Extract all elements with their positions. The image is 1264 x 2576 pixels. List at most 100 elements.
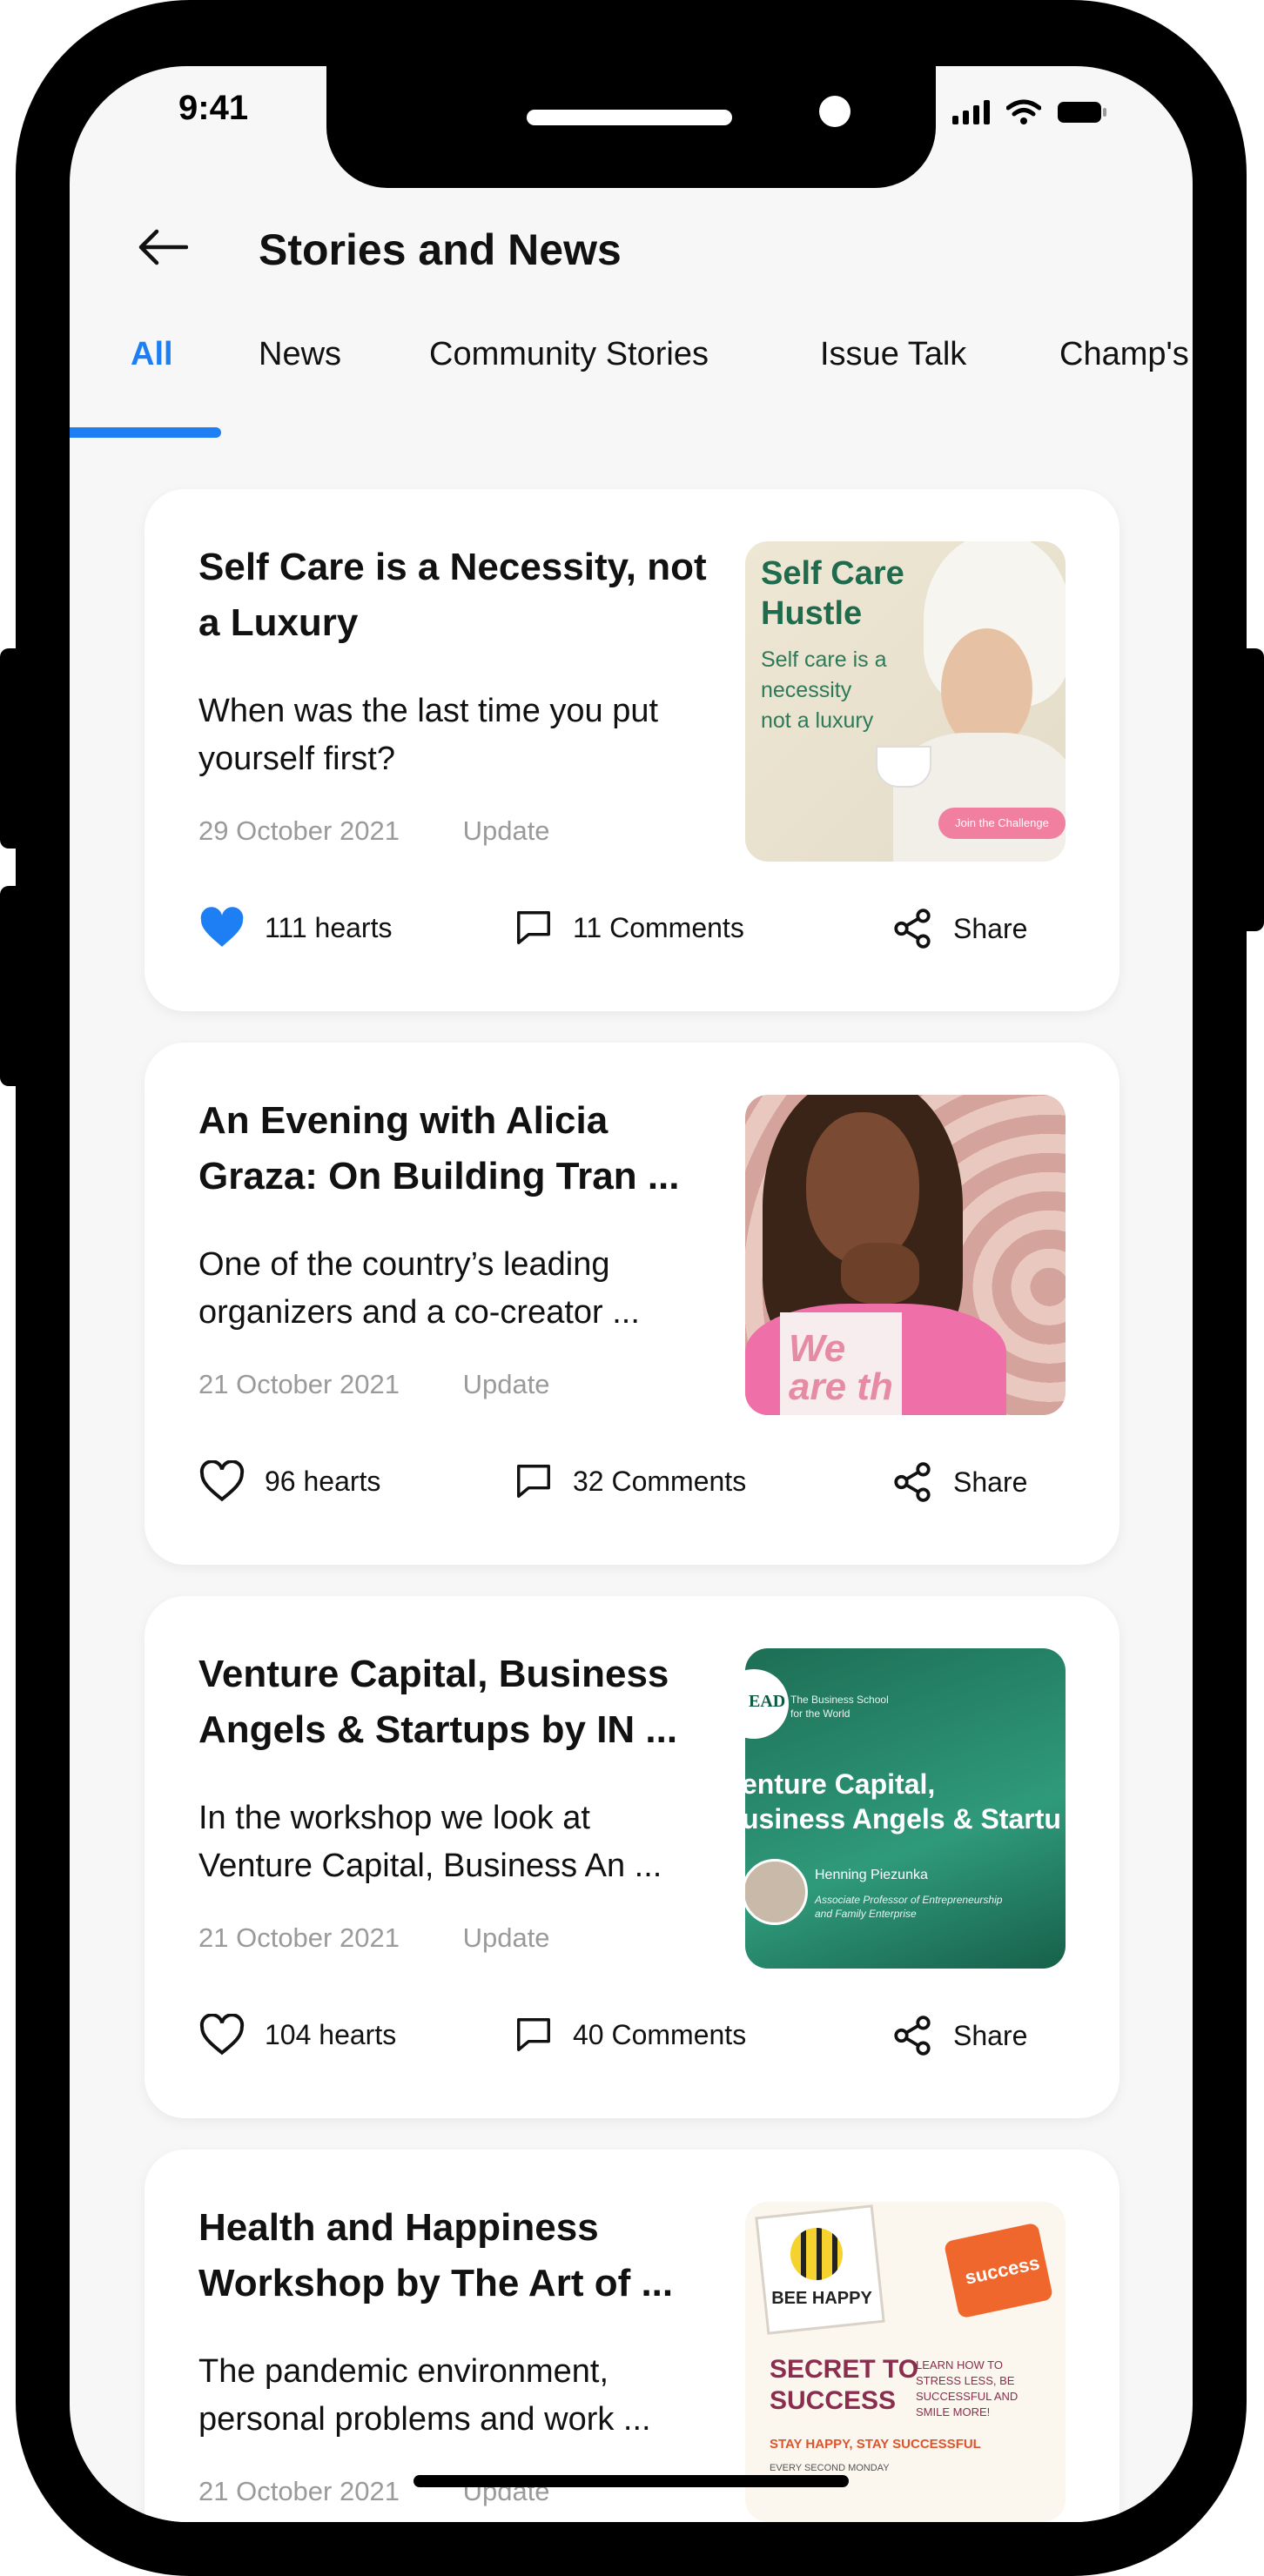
share-icon: [894, 909, 931, 949]
thumb-line: LEARN HOW TO: [916, 2358, 1003, 2371]
share-icon: [894, 2016, 931, 2056]
side-button-left-top: [0, 648, 26, 849]
thumb-line: Self care is a: [761, 647, 887, 672]
story-tag: Update: [462, 815, 550, 846]
share-label: Share: [953, 912, 1028, 944]
face-figure: [941, 628, 1032, 750]
tab-issue-talk[interactable]: Issue Talk: [820, 336, 966, 373]
tab-community-stories[interactable]: Community Stories: [429, 336, 709, 373]
story-date: 21 October 2021: [198, 2476, 400, 2506]
thumb-heading: enture Capital,: [745, 1768, 936, 1800]
back-arrow-icon[interactable]: [138, 228, 188, 266]
story-thumbnail[interactable]: BEE HAPPY success SECRET TO SUCCESS LEAR…: [745, 2202, 1066, 2522]
story-card[interactable]: Venture Capital, Business Angels & Start…: [145, 1596, 1119, 2118]
side-button-left-bottom: [0, 886, 26, 1086]
signal-icon: [952, 100, 990, 124]
comments-count: 40 Comments: [573, 2018, 747, 2050]
hearts-count: 104 hearts: [265, 2018, 397, 2050]
story-excerpt: The pandemic environment, personal probl…: [198, 2353, 651, 2438]
story-title[interactable]: An Evening with Alicia Graza: On Buildin…: [198, 1093, 721, 1204]
thumb-line: SUCCESSFUL AND: [916, 2390, 1019, 2403]
page-title: Stories and News: [259, 225, 622, 274]
story-date: 29 October 2021: [198, 815, 400, 846]
share-label: Share: [953, 2019, 1028, 2051]
cup-figure: [876, 746, 931, 788]
speaker-name: Henning Piezunka: [815, 1868, 928, 1882]
bee-figure: [790, 2228, 843, 2280]
story-thumbnail[interactable]: We are th: [745, 1095, 1066, 1415]
thumb-line: not a luxury: [761, 708, 874, 733]
hearts-button[interactable]: 104 hearts: [198, 2014, 396, 2056]
hand-figure: [841, 1243, 919, 1304]
story-card[interactable]: An Evening with Alicia Graza: On Buildin…: [145, 1043, 1119, 1565]
story-title[interactable]: Self Care is a Necessity, not a Luxury: [198, 540, 721, 651]
comment-icon: [517, 911, 550, 944]
comment-icon: [517, 2018, 550, 2051]
tab-bar: All News Community Stories Issue Talk Ch…: [70, 336, 1193, 440]
comments-button[interactable]: 32 Comments: [514, 1460, 746, 1502]
hearts-button[interactable]: 96 hearts: [198, 1460, 380, 1502]
comments-button[interactable]: 40 Comments: [514, 2014, 746, 2056]
story-thumbnail[interactable]: EAD The Business School for the World en…: [745, 1648, 1066, 1969]
story-actions: 104 hearts 40 Comments Share: [198, 2014, 1069, 2066]
story-tag: Update: [462, 1369, 550, 1399]
share-icon: [894, 1462, 931, 1502]
thumb-tagline: STAY HAPPY, STAY SUCCESSFUL: [770, 2437, 981, 2452]
status-time: 9:41: [178, 89, 249, 127]
story-actions: 96 hearts 32 Comments Share: [198, 1460, 1069, 1513]
tagline-line: for the World: [790, 1707, 851, 1720]
tab-champs[interactable]: Champ's: [1059, 336, 1189, 373]
speaker-role: and Family Enterprise: [815, 1908, 917, 1920]
story-thumbnail[interactable]: Self Care Hustle Self care is a necessit…: [745, 541, 1066, 862]
thumb-line: necessity: [761, 678, 852, 702]
battery-icon: [1058, 102, 1106, 123]
story-card[interactable]: Self Care is a Necessity, not a Luxury W…: [145, 489, 1119, 1011]
tagline-line: The Business School: [790, 1694, 889, 1706]
story-title[interactable]: Venture Capital, Business Angels & Start…: [198, 1647, 721, 1758]
story-title[interactable]: Health and Happiness Workshop by The Art…: [198, 2200, 721, 2311]
screen: 9:41 Stories and News All News Community…: [70, 66, 1193, 2522]
story-card[interactable]: Health and Happiness Workshop by The Art…: [145, 2150, 1119, 2522]
active-tab-indicator: [70, 427, 221, 438]
comments-count: 32 Comments: [573, 1465, 747, 1497]
thumb-line: SMILE MORE!: [916, 2405, 991, 2418]
thumb-line: STRESS LESS, BE: [916, 2374, 1015, 2387]
story-excerpt: When was the last time you put yourself …: [198, 693, 659, 777]
shirt-text: We are th: [789, 1327, 893, 1408]
tab-all[interactable]: All: [131, 336, 173, 373]
comments-button[interactable]: 11 Comments: [514, 907, 744, 949]
share-button[interactable]: Share: [891, 907, 1027, 950]
tab-news[interactable]: News: [259, 336, 341, 373]
wifi-icon: [1006, 99, 1041, 124]
comment-icon: [517, 1465, 550, 1498]
share-label: Share: [953, 1466, 1028, 1498]
thumb-schedule: EVERY SECOND MONDAY: [770, 2463, 890, 2473]
speaker-role: Associate Professor of Entrepreneurship: [815, 1894, 1003, 1906]
comments-count: 11 Comments: [573, 911, 744, 943]
heart-outline-icon: [199, 1460, 245, 1502]
story-actions: 111 hearts 11 Comments Share: [198, 907, 1069, 959]
story-tag: Update: [462, 1922, 550, 1953]
logo-text: EAD: [749, 1692, 786, 1711]
home-indicator[interactable]: [413, 2475, 849, 2487]
speaker-avatar: [745, 1859, 808, 1925]
header: Stories and News: [70, 197, 1193, 301]
story-date: 21 October 2021: [198, 1922, 400, 1953]
thumb-heading: SECRET TO: [770, 2355, 919, 2384]
speaker: [527, 110, 732, 125]
bee-label: BEE HAPPY: [771, 2289, 872, 2308]
hearts-count: 111 hearts: [265, 911, 393, 943]
story-excerpt: One of the country’s leading organizers …: [198, 1246, 640, 1331]
share-button[interactable]: Share: [891, 2014, 1027, 2057]
notch: [326, 66, 936, 188]
side-button-right: [1238, 648, 1264, 931]
hearts-button[interactable]: 111 hearts: [198, 907, 392, 949]
story-meta: 21 October 2021 Update: [198, 1922, 606, 1954]
challenge-pill: Join the Challenge: [938, 808, 1066, 839]
story-meta: 29 October 2021 Update: [198, 815, 606, 847]
hearts-count: 96 hearts: [265, 1465, 381, 1497]
share-button[interactable]: Share: [891, 1460, 1027, 1504]
story-excerpt: In the workshop we look at Venture Capit…: [198, 1800, 662, 1884]
thumb-heading: Self Care Hustle: [761, 555, 904, 632]
heart-filled-icon: [200, 907, 244, 947]
